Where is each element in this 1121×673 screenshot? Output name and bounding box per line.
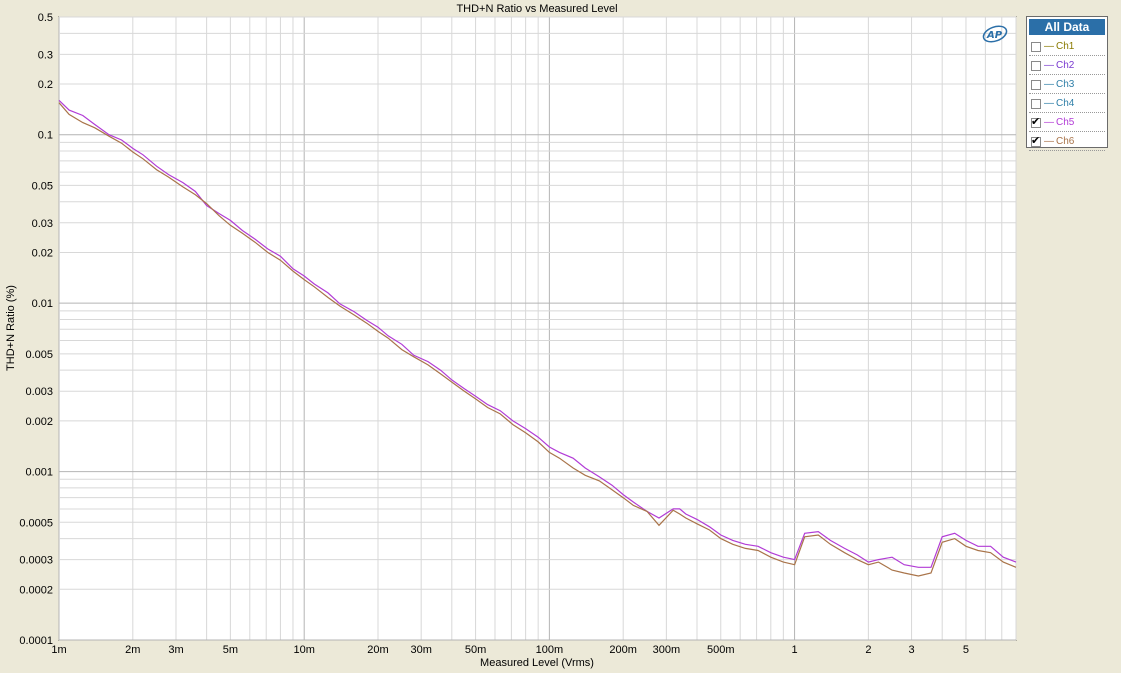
y-tick-label: 0.0005 [19,517,53,529]
legend-item-ch1[interactable]: — Ch1 [1029,38,1105,56]
legend-label: Ch1 [1056,41,1075,52]
x-tick-label: 1 [792,644,798,656]
y-tick-label: 0.05 [32,180,53,192]
checkbox-ch4[interactable] [1031,98,1041,109]
line-swatch-icon: — [1044,41,1054,52]
x-tick-label: 2m [125,644,140,656]
plot-area [58,16,1017,641]
x-tick-label: 50m [465,644,486,656]
checkbox-ch2[interactable] [1031,60,1041,71]
x-tick-label: 1m [51,644,66,656]
legend-item-ch3[interactable]: — Ch3 [1029,76,1105,94]
line-swatch-icon: — [1044,60,1054,71]
x-tick-label: 300m [653,644,681,656]
legend-item-ch5[interactable]: — Ch5 [1029,114,1105,132]
x-tick-label: 500m [707,644,735,656]
legend-label: Ch3 [1056,79,1075,90]
legend-label: Ch4 [1056,98,1075,109]
checkbox-ch3[interactable] [1031,79,1041,90]
x-tick-label: 5 [963,644,969,656]
legend-item-ch4[interactable]: — Ch4 [1029,95,1105,113]
y-tick-label: 0.3 [38,49,53,61]
y-tick-label: 0.02 [32,247,53,259]
y-tick-label: 0.1 [38,130,53,142]
x-tick-label: 200m [609,644,637,656]
y-tick-label: 0.2 [38,79,53,91]
thdn-chart: 1m 2m 3m 5m 10m 20m 30m 50m 100m 200m 300m 500m 1 2 3 5… [5,3,1017,669]
y-tick-label: 0.01 [32,298,53,310]
y-tick-label: 0.005 [25,349,53,361]
checkbox-ch6[interactable] [1031,134,1041,147]
checkbox-ch5[interactable] [1031,115,1041,128]
checkbox-ch1[interactable] [1031,41,1041,52]
ap-logo-icon: AP [982,25,1008,46]
y-axis-label: THD+N Ratio (%) [5,285,17,371]
x-tick-label: 10m [293,644,314,656]
line-swatch-icon: — [1044,98,1054,109]
y-tick-label: 0.0003 [19,555,53,567]
x-tick-label: 30m [410,644,431,656]
legend-item-ch6[interactable]: — Ch6 [1029,133,1105,151]
x-tick-label: 20m [367,644,388,656]
y-tick-label: 0.0001 [19,635,53,647]
x-axis-label: Measured Level (Vrms) [480,657,594,669]
line-swatch-icon: — [1044,79,1054,90]
legend-item-ch2[interactable]: — Ch2 [1029,57,1105,75]
x-tick-label: 5m [223,644,238,656]
legend-label: Ch6 [1056,136,1075,147]
y-tick-label: 0.003 [25,386,53,398]
legend-label: Ch5 [1056,117,1075,128]
legend-panel: All Data — Ch1 — Ch2 — Ch3 — Ch4 — Ch5 —… [1026,16,1108,151]
x-tick-label: 3 [908,644,914,656]
y-tick-label: 0.002 [25,416,53,428]
x-tick-label: 100m [536,644,564,656]
legend-header[interactable]: All Data [1029,19,1105,35]
y-tick-label: 0.001 [25,467,53,479]
legend-label: Ch2 [1056,60,1075,71]
svg-text:AP: AP [986,30,1003,41]
line-swatch-icon: — [1044,117,1054,128]
y-tick-label: 0.03 [32,218,53,230]
chart-title: THD+N Ratio vs Measured Level [456,3,617,15]
x-tick-label: 2 [865,644,871,656]
x-tick-label: 3m [168,644,183,656]
y-tick-label: 0.5 [38,12,53,24]
line-swatch-icon: — [1044,136,1054,147]
y-tick-label: 0.0002 [19,584,53,596]
